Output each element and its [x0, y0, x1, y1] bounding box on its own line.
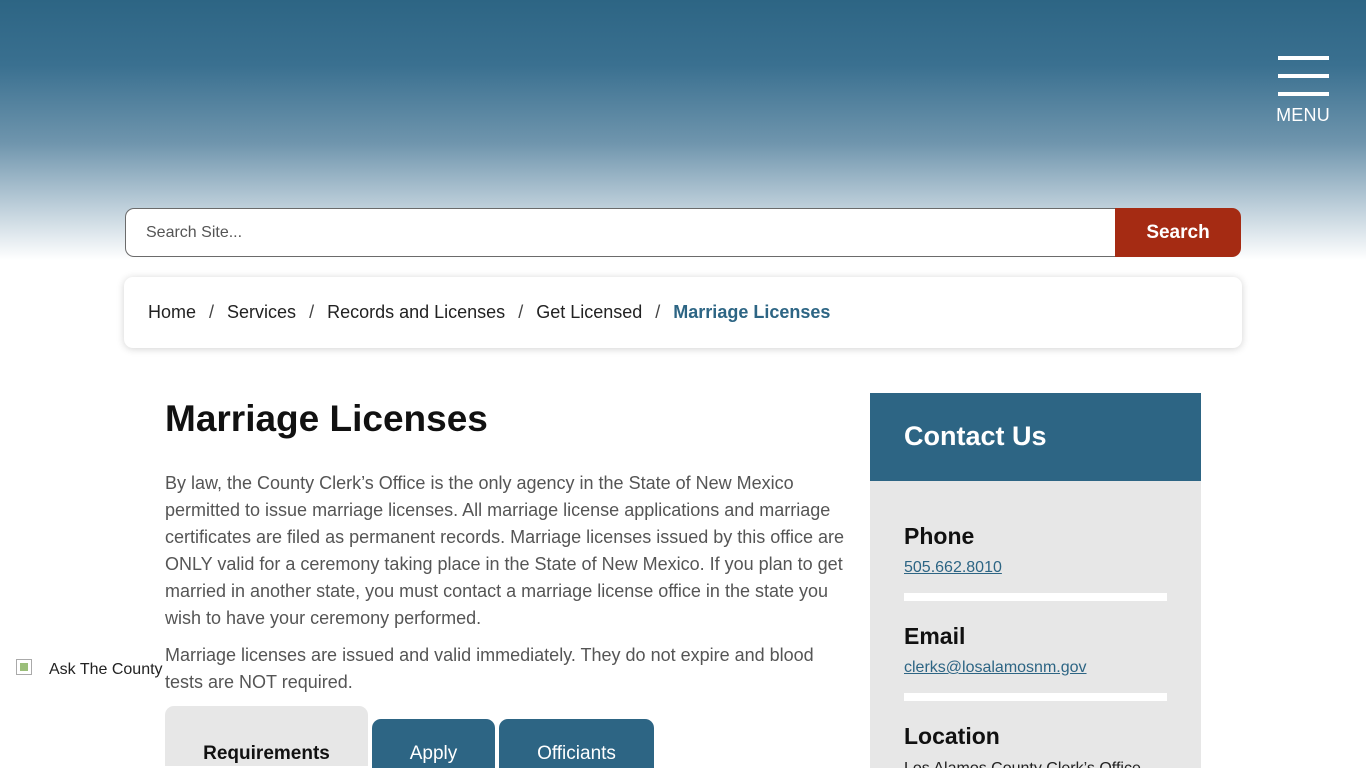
breadcrumb-separator: /	[209, 302, 215, 322]
page-title: Marriage Licenses	[165, 398, 488, 439]
search-input[interactable]	[125, 208, 1115, 257]
location-heading: Location	[904, 723, 1000, 749]
breadcrumb-separator: /	[309, 302, 315, 322]
location-text: Los Alamos County Clerk’s Office	[904, 760, 1167, 768]
menu-button[interactable]: MENU	[1270, 56, 1336, 130]
divider	[904, 593, 1167, 601]
breadcrumb-current: Marriage Licenses	[673, 302, 831, 322]
search-button[interactable]: Search	[1115, 208, 1241, 257]
breadcrumb-records-and-licenses[interactable]: Records and Licenses	[327, 302, 505, 323]
breadcrumb-get-licensed[interactable]: Get Licensed	[536, 302, 642, 323]
menu-label: MENU	[1276, 105, 1330, 125]
ask-the-county-label: Ask The County	[49, 661, 163, 678]
email-heading: Email	[904, 623, 966, 649]
breadcrumb-separator: /	[655, 302, 661, 322]
contact-title: Contact Us	[870, 393, 1201, 481]
validity-paragraph: Marriage licenses are issued and valid i…	[165, 645, 814, 692]
phone-heading: Phone	[904, 523, 975, 549]
email-link[interactable]: clerks@losalamosnm.gov	[904, 659, 1087, 676]
intro-paragraph: By law, the County Clerk’s Office is the…	[165, 473, 844, 628]
breadcrumb-services[interactable]: Services	[227, 302, 296, 323]
ask-the-county-widget[interactable]: Ask The County	[16, 659, 163, 679]
main-content: Marriage Licenses By law, the County Cle…	[165, 400, 850, 706]
phone-link[interactable]: 505.662.8010	[904, 559, 1002, 576]
tab-officiants[interactable]: Officiants	[499, 719, 654, 768]
tab-requirements[interactable]: Requirements	[165, 706, 368, 766]
broken-image-icon	[16, 659, 32, 675]
breadcrumb-home[interactable]: Home	[148, 302, 196, 323]
hamburger-icon	[1270, 56, 1336, 96]
contact-body: Phone 505.662.8010 Email clerks@losalamo…	[870, 481, 1201, 768]
breadcrumb-separator: /	[518, 302, 524, 322]
contact-panel: Contact Us Phone 505.662.8010 Email cler…	[870, 393, 1201, 768]
divider	[904, 693, 1167, 701]
site-search: Search	[125, 208, 1241, 257]
breadcrumb: Home / Services / Records and Licenses /…	[124, 277, 1242, 348]
tab-apply[interactable]: Apply	[372, 719, 495, 768]
